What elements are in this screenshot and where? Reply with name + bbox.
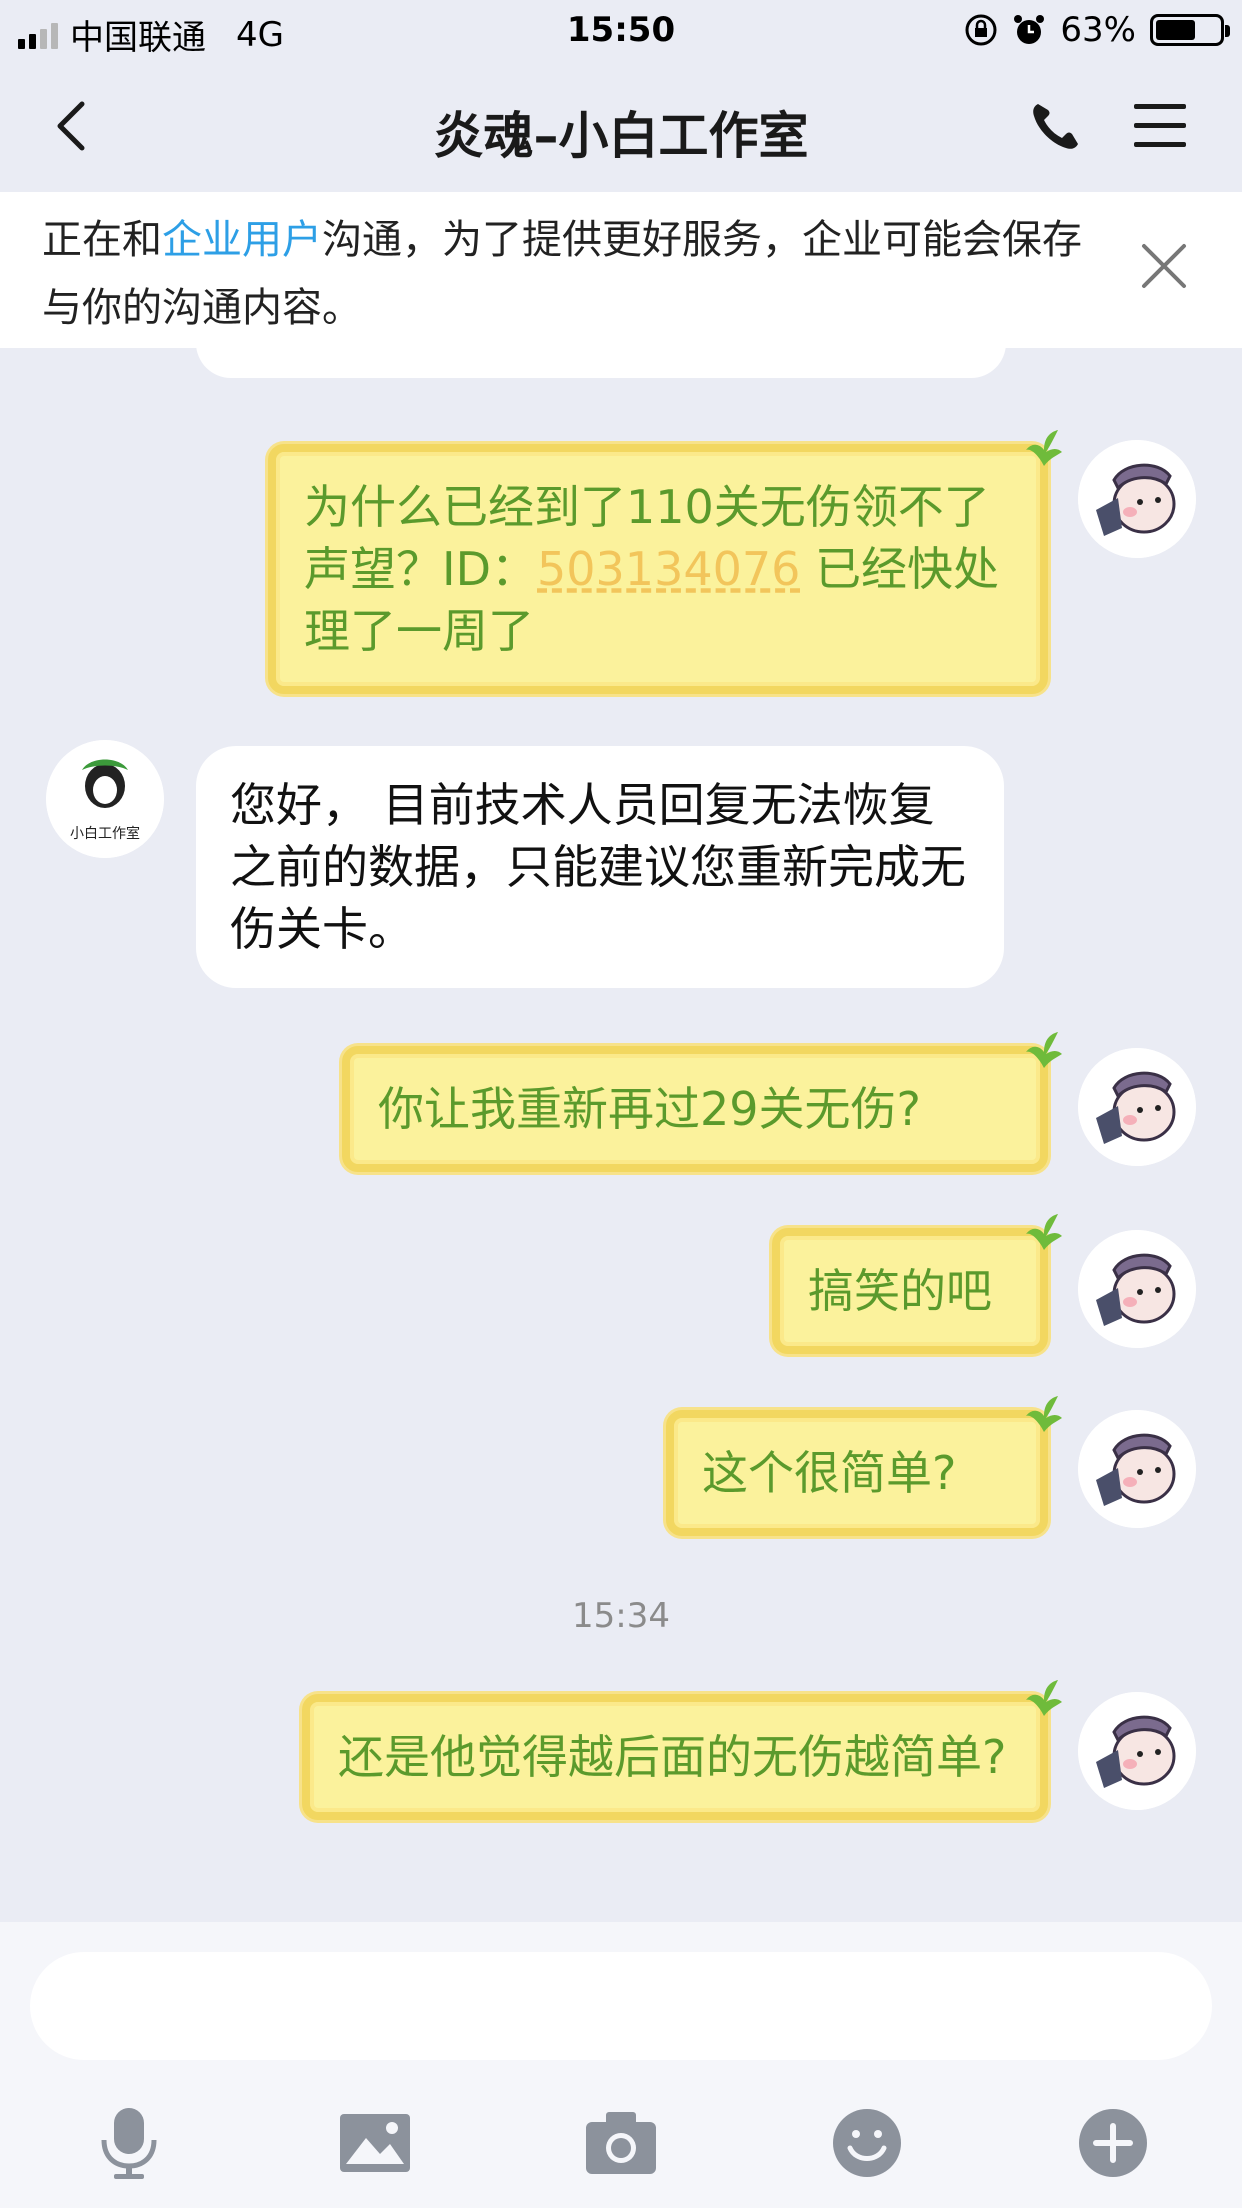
message-bubble-out[interactable]: 这个很简单? bbox=[666, 1396, 1062, 1536]
close-icon[interactable] bbox=[1138, 240, 1190, 292]
leaf-icon bbox=[1026, 1214, 1062, 1250]
chat-messages[interactable]: 为什么已经到了110关无伤领不了声望？ID：503134076 已经快处理了一周… bbox=[0, 348, 1242, 1922]
leaf-icon bbox=[1026, 1680, 1062, 1716]
player-id-link[interactable]: 503134076 bbox=[537, 542, 800, 596]
notice-prefix: 正在和 bbox=[42, 217, 162, 263]
pig-avatar-icon bbox=[1078, 440, 1196, 558]
avatar-self[interactable] bbox=[1078, 1048, 1196, 1166]
battery-percent: 63% bbox=[1060, 10, 1136, 50]
avatar-studio[interactable]: 小白工作室 bbox=[46, 740, 164, 858]
input-toolbar bbox=[0, 2092, 1242, 2192]
message-input[interactable] bbox=[30, 1952, 1212, 2060]
studio-logo-icon: 小白工作室 bbox=[46, 740, 164, 858]
leaf-icon bbox=[1026, 1396, 1062, 1432]
message-text: 还是他觉得越后面的无伤越简单? bbox=[338, 1730, 1007, 1784]
avatar-self[interactable] bbox=[1078, 1410, 1196, 1528]
image-icon[interactable] bbox=[336, 2104, 414, 2182]
message-text: 您好， 目前技术人员回复无法恢复之前的数据，只能建议您重新完成无伤关卡。 bbox=[230, 778, 966, 956]
privacy-notice: 正在和企业用户沟通，为了提供更好服务，企业可能会保存与你的沟通内容。 bbox=[0, 192, 1242, 348]
avatar-self[interactable] bbox=[1078, 440, 1196, 558]
pig-avatar-icon bbox=[1078, 1048, 1196, 1166]
phone-icon[interactable] bbox=[1028, 98, 1084, 154]
avatar-self[interactable] bbox=[1078, 1230, 1196, 1348]
message-bubble-out[interactable]: 为什么已经到了110关无伤领不了声望？ID：503134076 已经快处理了一周… bbox=[268, 430, 1062, 694]
alarm-icon bbox=[1014, 15, 1045, 44]
pig-avatar-icon bbox=[1078, 1230, 1196, 1348]
pig-avatar-icon bbox=[1078, 1410, 1196, 1528]
leaf-icon bbox=[1026, 430, 1062, 466]
message-bubble-out[interactable]: 还是他觉得越后面的无伤越简单? bbox=[302, 1680, 1062, 1820]
message-bubble-out[interactable]: 你让我重新再过29关无伤? bbox=[342, 1032, 1062, 1172]
notice-link-enterprise-user[interactable]: 企业用户 bbox=[162, 217, 322, 263]
camera-icon[interactable] bbox=[582, 2104, 660, 2182]
message-text: 这个很简单? bbox=[702, 1446, 957, 1500]
avatar-self[interactable] bbox=[1078, 1692, 1196, 1810]
microphone-icon[interactable] bbox=[90, 2104, 168, 2182]
message-bubble-out[interactable]: 搞笑的吧 bbox=[772, 1214, 1062, 1354]
notice-text: 正在和企业用户沟通，为了提供更好服务，企业可能会保存与你的沟通内容。 bbox=[42, 206, 1092, 342]
battery-fill bbox=[1156, 20, 1196, 40]
message-text: 你让我重新再过29关无伤? bbox=[378, 1082, 921, 1136]
status-bar: 中国联通 4G 15:50 63% bbox=[0, 0, 1242, 62]
plus-icon[interactable] bbox=[1074, 2104, 1152, 2182]
input-area bbox=[0, 1922, 1242, 2208]
nav-bar: 炎魂–小白工作室 bbox=[0, 62, 1242, 192]
status-right: 63% bbox=[964, 10, 1230, 50]
battery-icon bbox=[1150, 14, 1230, 46]
message-bubble-in[interactable]: 您好， 目前技术人员回复无法恢复之前的数据，只能建议您重新完成无伤关卡。 bbox=[196, 746, 1004, 988]
message-text: 搞笑的吧 bbox=[808, 1264, 992, 1318]
message-timestamp: 15:34 bbox=[572, 1596, 670, 1636]
menu-icon[interactable] bbox=[1132, 102, 1188, 150]
previous-message-bubble bbox=[196, 348, 1006, 378]
leaf-icon bbox=[1026, 1032, 1062, 1068]
emoji-icon[interactable] bbox=[828, 2104, 906, 2182]
pig-avatar-icon bbox=[1078, 1692, 1196, 1810]
avatar-label: 小白工作室 bbox=[70, 825, 140, 842]
rotation-lock-icon bbox=[965, 14, 997, 46]
